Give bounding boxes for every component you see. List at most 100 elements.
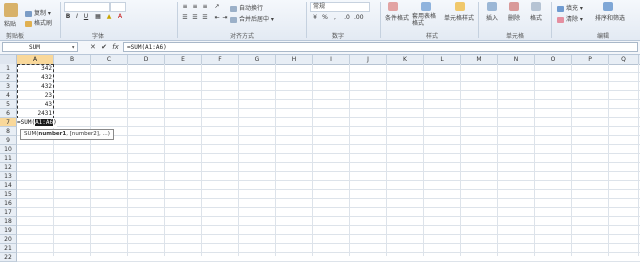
column-header-m[interactable]: M	[461, 55, 498, 64]
percent-icon[interactable]: %	[321, 14, 329, 22]
gridline-horizontal	[17, 126, 640, 127]
formula-input[interactable]: =SUM(A1:A6)	[123, 42, 638, 52]
bold-icon[interactable]: B	[64, 13, 72, 21]
row-header-12[interactable]: 12	[0, 163, 17, 172]
align-middle-icon[interactable]: ≡	[191, 3, 199, 11]
number-format-dropdown[interactable]: 常规	[310, 2, 370, 12]
enter-icon[interactable]: ✔	[101, 43, 107, 51]
select-all-corner[interactable]	[0, 55, 17, 64]
sort-filter-button[interactable]: 排序和筛选	[595, 13, 625, 22]
column-header-e[interactable]: E	[165, 55, 202, 64]
decrease-decimal-icon[interactable]: .00	[354, 14, 364, 22]
comma-icon[interactable]: ,	[331, 14, 339, 22]
align-top-icon[interactable]: ≡	[181, 3, 189, 11]
row-header-11[interactable]: 11	[0, 154, 17, 163]
column-header-b[interactable]: B	[54, 55, 91, 64]
row-header-7[interactable]: 7	[0, 118, 17, 127]
cells-area[interactable]: 342 432 432 23 43 2431 =SUM(A1:A6) SUM(n…	[17, 64, 640, 262]
row-header-13[interactable]: 13	[0, 172, 17, 181]
clear-button[interactable]: 清除 ▾	[557, 14, 583, 23]
fill-button[interactable]: 填充 ▾	[557, 3, 583, 12]
conditional-format-button[interactable]: 条件格式	[385, 13, 409, 22]
currency-icon[interactable]: ¥	[311, 14, 319, 22]
font-color-icon[interactable]: A	[116, 13, 124, 21]
fill-color-icon[interactable]: ▲	[105, 13, 113, 21]
row-header-18[interactable]: 18	[0, 217, 17, 226]
copy-button[interactable]: 复制 ▾	[25, 8, 51, 17]
decrease-indent-icon[interactable]: ⇤	[213, 14, 221, 22]
function-tooltip[interactable]: SUM(number1, [number2], ...)	[20, 129, 114, 140]
column-header-l[interactable]: L	[424, 55, 461, 64]
cell-style-icon[interactable]	[455, 2, 465, 11]
wrap-text-button[interactable]: 自动换行	[230, 3, 263, 12]
orientation-icon[interactable]: ↗	[213, 3, 221, 11]
gridline-vertical	[386, 64, 387, 256]
gridline-vertical	[201, 64, 202, 256]
gridline-horizontal	[17, 243, 640, 244]
row-header-3[interactable]: 3	[0, 82, 17, 91]
row-header-9[interactable]: 9	[0, 136, 17, 145]
insert-cells-button[interactable]: 插入	[486, 13, 498, 22]
column-header-n[interactable]: N	[498, 55, 535, 64]
font-name-dropdown[interactable]	[64, 2, 110, 12]
row-header-1[interactable]: 1	[0, 64, 17, 73]
chevron-down-icon[interactable]: ▾	[71, 43, 75, 53]
row-header-22[interactable]: 22	[0, 253, 17, 262]
borders-icon[interactable]: ▦	[94, 13, 102, 21]
row-header-16[interactable]: 16	[0, 199, 17, 208]
column-header-q[interactable]: Q	[609, 55, 639, 64]
row-header-10[interactable]: 10	[0, 145, 17, 154]
format-cells-icon[interactable]	[531, 2, 541, 11]
column-header-i[interactable]: I	[313, 55, 350, 64]
row-header-8[interactable]: 8	[0, 127, 17, 136]
italic-icon[interactable]: I	[73, 13, 81, 21]
column-header-c[interactable]: C	[91, 55, 128, 64]
insert-function-icon[interactable]: fx	[112, 43, 119, 51]
row-header-4[interactable]: 4	[0, 91, 17, 100]
delete-cells-icon[interactable]	[509, 2, 519, 11]
align-right-icon[interactable]: ☰	[201, 14, 209, 22]
row-header-5[interactable]: 5	[0, 100, 17, 109]
cell-a7-editor[interactable]: =SUM(A1:A6)	[17, 118, 57, 128]
paste-button-label[interactable]: 粘贴	[4, 19, 16, 28]
row-header-2[interactable]: 2	[0, 73, 17, 82]
conditional-format-icon[interactable]	[388, 2, 398, 11]
column-header-k[interactable]: K	[387, 55, 424, 64]
row-header-15[interactable]: 15	[0, 190, 17, 199]
increase-indent-icon[interactable]: ⇥	[221, 14, 229, 22]
merge-center-button[interactable]: 合并后居中 ▾	[230, 14, 274, 23]
name-box[interactable]: SUM ▾	[2, 42, 78, 52]
table-format-icon[interactable]	[421, 2, 431, 11]
align-left-icon[interactable]: ☰	[181, 14, 189, 22]
row-header-21[interactable]: 21	[0, 244, 17, 253]
column-header-o[interactable]: O	[535, 55, 572, 64]
align-center-icon[interactable]: ☰	[191, 14, 199, 22]
row-header-6[interactable]: 6	[0, 109, 17, 118]
column-header-g[interactable]: G	[239, 55, 276, 64]
row-header-20[interactable]: 20	[0, 235, 17, 244]
gridline-vertical	[608, 64, 609, 256]
column-header-p[interactable]: P	[572, 55, 609, 64]
underline-icon[interactable]: U	[82, 13, 90, 21]
row-header-17[interactable]: 17	[0, 208, 17, 217]
row-header-19[interactable]: 19	[0, 226, 17, 235]
cell-style-button[interactable]: 单元格样式	[444, 13, 474, 22]
column-header-d[interactable]: D	[128, 55, 165, 64]
align-bottom-icon[interactable]: ≡	[201, 3, 209, 11]
column-header-h[interactable]: H	[276, 55, 313, 64]
range-selection-marquee	[17, 64, 54, 119]
format-cells-button[interactable]: 格式	[530, 13, 542, 22]
paste-icon[interactable]	[4, 3, 18, 17]
cancel-icon[interactable]: ✕	[90, 43, 96, 51]
column-header-j[interactable]: J	[350, 55, 387, 64]
increase-decimal-icon[interactable]: .0	[343, 14, 351, 22]
insert-cells-icon[interactable]	[487, 2, 497, 11]
column-header-a[interactable]: A	[17, 55, 54, 64]
table-format-button[interactable]: 套用表格格式	[412, 13, 440, 27]
row-header-14[interactable]: 14	[0, 181, 17, 190]
font-size-dropdown[interactable]	[110, 2, 126, 12]
delete-cells-button[interactable]: 删除	[508, 13, 520, 22]
column-header-f[interactable]: F	[202, 55, 239, 64]
sort-filter-icon[interactable]	[603, 2, 613, 11]
format-painter-button[interactable]: 格式刷	[25, 18, 52, 27]
